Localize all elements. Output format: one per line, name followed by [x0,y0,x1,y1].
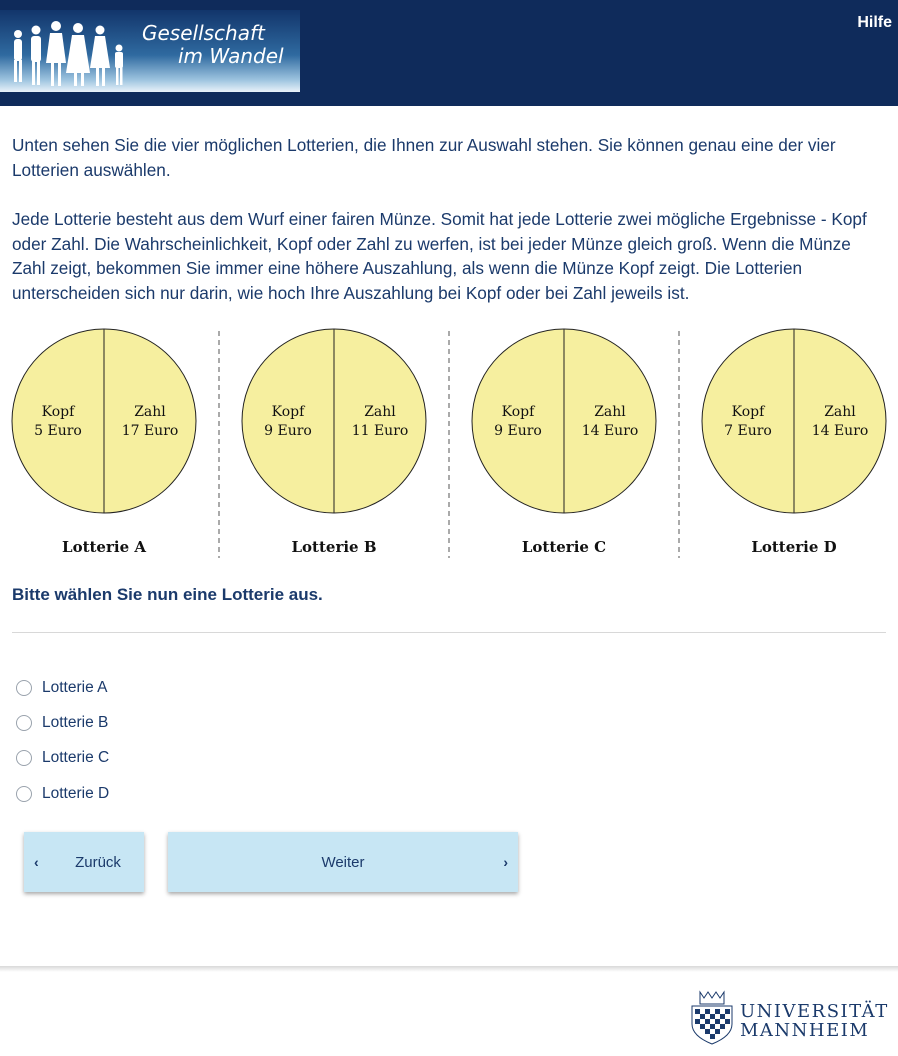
help-link[interactable]: Hilfe [857,14,892,32]
uni-line-1: UNIVERSITÄT [740,1001,889,1022]
lottery-d-zahl-value: 14 Euro [812,423,869,439]
option-lotterie-c[interactable]: Lotterie C [16,741,109,776]
header-bar: Gesellschaft im Wandel Hilfe [0,0,898,106]
chevron-left-icon: ‹ [34,854,39,870]
lottery-d-kopf-label: Kopf [732,404,766,420]
logo-line-1: Gesellschaft [142,21,265,45]
option-label: Lotterie B [42,713,109,731]
intro-paragraph-2: Jede Lotterie besteht aus dem Wurf einer… [12,209,867,303]
next-button[interactable]: Weiter › [168,832,518,892]
divider [12,632,886,633]
footer-divider [0,966,898,972]
logo-line-2: im Wandel [178,44,284,68]
lottery-a: Kopf 5 Euro Zahl 17 Euro Lotterie A [11,328,197,556]
radio-lotterie-d[interactable] [16,785,32,802]
university-name: UNIVERSITÄT MANNHEIM [740,1002,889,1040]
gesellschaft-im-wandel-logo: Gesellschaft im Wandel [0,10,300,92]
lottery-a-kopf-value: 5 Euro [34,423,82,439]
lottery-a-zahl-label: Zahl [134,404,166,420]
lottery-a-title: Lotterie A [62,538,146,556]
lotteries-figure: Kopf 5 Euro Zahl 17 Euro Lotterie A Kopf… [11,328,887,558]
next-button-label: Weiter [321,853,365,871]
back-button[interactable]: ‹ Zurück [24,832,144,892]
chevron-right-icon: › [503,854,508,870]
lottery-b-zahl-value: 11 Euro [352,423,409,439]
lottery-d-zahl-label: Zahl [824,404,856,420]
back-button-label: Zurück [75,853,121,871]
lottery-d-title: Lotterie D [751,538,836,556]
radio-lotterie-c[interactable] [16,750,32,767]
lottery-a-kopf-label: Kopf [42,404,76,420]
lottery-c-kopf-value: 9 Euro [494,423,542,439]
lottery-options: Lotterie A Lotterie B Lotterie C Lotteri… [16,670,109,811]
lottery-a-zahl-value: 17 Euro [122,423,179,439]
logo-text: Gesellschaft im Wandel [142,22,284,68]
uni-line-2: MANNHEIM [740,1020,870,1041]
lottery-d-kopf-value: 7 Euro [724,423,772,439]
lottery-c-title: Lotterie C [522,538,606,556]
option-lotterie-d[interactable]: Lotterie D [16,776,109,811]
option-label: Lotterie D [42,784,110,802]
lottery-b-kopf-label: Kopf [272,404,306,420]
question-text: Bitte wählen Sie nun eine Lotterie aus. [12,585,323,604]
intro-text: Unten sehen Sie die vier möglichen Lotte… [12,133,888,330]
option-label: Lotterie C [42,749,110,767]
radio-lotterie-b[interactable] [16,714,32,731]
mannheim-crest-icon [691,990,733,1045]
lottery-c-zahl-value: 14 Euro [582,423,639,439]
option-lotterie-b[interactable]: Lotterie B [16,705,109,740]
radio-lotterie-a[interactable] [16,679,32,696]
option-label: Lotterie A [42,678,108,696]
lottery-b-title: Lotterie B [292,538,377,556]
universitaet-mannheim-logo: UNIVERSITÄT MANNHEIM [686,986,890,1046]
lottery-c-zahl-label: Zahl [594,404,626,420]
lottery-b-kopf-value: 9 Euro [264,423,312,439]
lottery-d: Kopf 7 Euro Zahl 14 Euro Lotterie D [701,328,887,556]
lottery-b: Kopf 9 Euro Zahl 11 Euro Lotterie B [241,328,427,556]
option-lotterie-a[interactable]: Lotterie A [16,670,109,705]
intro-paragraph-1: Unten sehen Sie die vier möglichen Lotte… [12,135,836,180]
lottery-b-zahl-label: Zahl [364,404,396,420]
lottery-c-kopf-label: Kopf [502,404,536,420]
lottery-c: Kopf 9 Euro Zahl 14 Euro Lotterie C [471,328,657,556]
people-silhouette-icon [14,21,123,86]
